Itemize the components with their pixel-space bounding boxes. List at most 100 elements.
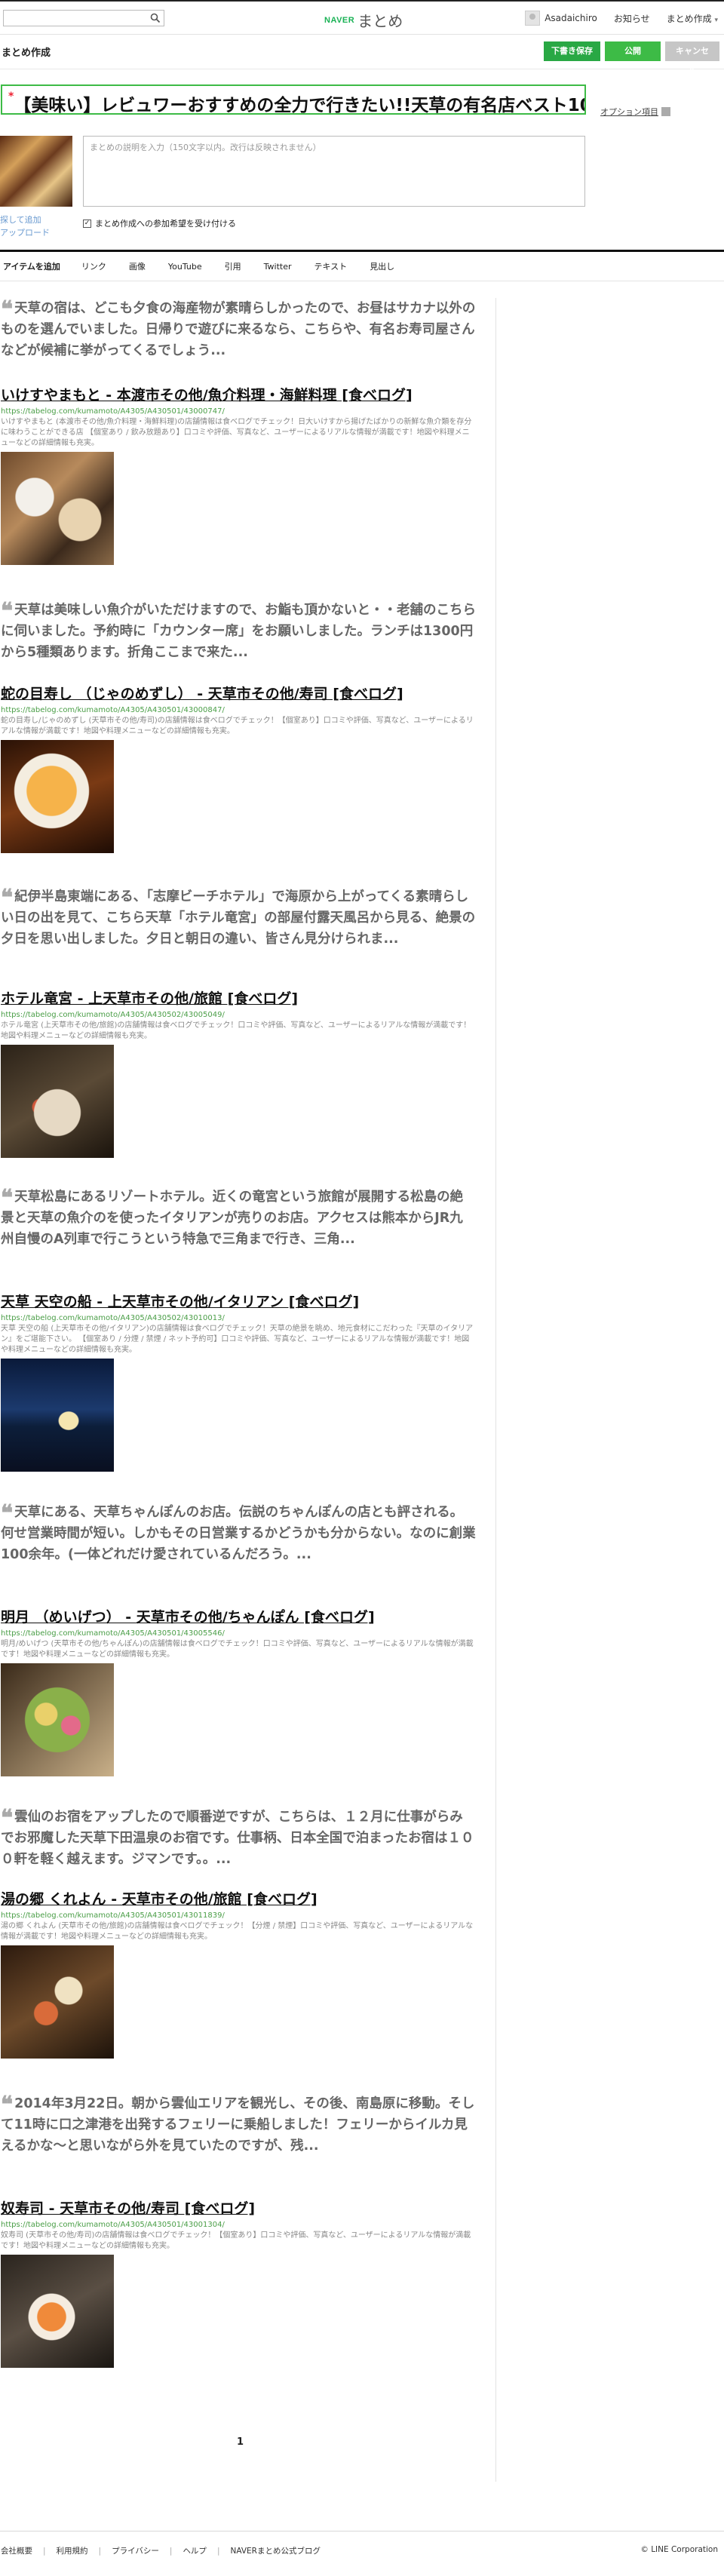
- quote-item[interactable]: ❝ 天草にある、天草ちゃんぽんのお店。伝説のちゃんぽんの店とも評される。何せ営業時…: [1, 1502, 476, 1565]
- link-item[interactable]: 明月 （めいげつ） - 天草市その他/ちゃんぽん [食べログ] https://…: [1, 1607, 483, 1776]
- link-description: 明月/めいげつ (天草市その他/ちゃんぽん)の店舗情報は食べログでチェック！口コ…: [1, 1640, 474, 1659]
- tool-image[interactable]: 画像: [129, 260, 146, 272]
- participation-label: まとめ作成への参加希望を受け付ける: [95, 219, 236, 229]
- link-image[interactable]: [1, 1663, 114, 1776]
- item-toolbar: アイテムを追加 リンク 画像 YouTube 引用 Twitter テキスト 見…: [0, 250, 724, 281]
- quote-item[interactable]: ❝ 天草松島にあるリゾートホテル。近くの竜宮という旅館が展開する松島の絶景と天草の…: [1, 1187, 476, 1250]
- quote-text: 天草は美味しい魚介がいただけますので、お鮨も頂かないと・・老舗のこちらに伺いまし…: [1, 603, 476, 660]
- cancel-button[interactable]: キャンセル: [665, 41, 719, 75]
- link-title[interactable]: 奴寿司 - 天草市その他/寿司 [食べログ]: [1, 2199, 483, 2218]
- pager-current[interactable]: 1: [237, 2436, 244, 2448]
- quote-item[interactable]: ❝ 雲仙のお宿をアップしたので順番逆ですが、こちらは、１２月に仕事がらみでお邪魔し…: [1, 1807, 476, 1870]
- link-url[interactable]: https://tabelog.com/kumamoto/A4305/A4305…: [1, 407, 483, 416]
- participation-checkbox-row[interactable]: ✓ まとめ作成への参加希望を受け付ける: [83, 217, 236, 229]
- avatar: [525, 11, 541, 26]
- link-title[interactable]: 蛇の目寿し （じゃのめずし） - 天草市その他/寿司 [食べログ]: [1, 684, 483, 704]
- link-url[interactable]: https://tabelog.com/kumamoto/A4305/A4305…: [1, 1010, 483, 1020]
- link-url[interactable]: https://tabelog.com/kumamoto/A4305/A4305…: [1, 2220, 483, 2230]
- create-label: まとめ作成: [666, 13, 712, 24]
- quote-mark-icon: ❝: [1, 1500, 14, 1527]
- quote-text: 2014年3月22日。朝から雲仙エリアを観光し、その後、南島原に移動。そして11…: [1, 2096, 475, 2154]
- copyright: © LINE Corporation: [640, 2545, 718, 2554]
- footer-separator: |: [98, 2546, 102, 2556]
- quote-text: 天草にある、天草ちゃんぽんのお店。伝説のちゃんぽんの店とも評される。何せ営業時間…: [1, 1505, 476, 1562]
- link-url[interactable]: https://tabelog.com/kumamoto/A4305/A4305…: [1, 1313, 483, 1323]
- site-logo[interactable]: NAVER まとめ: [324, 9, 403, 31]
- participation-checkbox[interactable]: ✓: [83, 219, 91, 228]
- logo-naver: NAVER: [324, 15, 355, 25]
- link-title[interactable]: 明月 （めいげつ） - 天草市その他/ちゃんぽん [食べログ]: [1, 1607, 483, 1627]
- global-nav: NAVER まとめ Asadaichiro お知らせ まとめ作成 ▾: [0, 2, 724, 35]
- link-description: 蛇の目寿し/じゃのめずし (天草市その他/寿司)の店舗情報は食べログでチェック！…: [1, 717, 474, 735]
- quote-mark-icon: ❝: [1, 296, 14, 323]
- quote-text: 雲仙のお宿をアップしたので順番逆ですが、こちらは、１２月に仕事がらみでお邪魔した…: [1, 1810, 474, 1867]
- link-url[interactable]: https://tabelog.com/kumamoto/A4305/A4305…: [1, 1629, 483, 1638]
- footer-link-help[interactable]: ヘルプ: [183, 2545, 207, 2556]
- link-description: 湯の郷 くれよん (天草市その他/旅館)の店舗情報は食べログでチェック！【分煙 …: [1, 1922, 474, 1941]
- quote-item[interactable]: ❝ 天草の宿は、どこも夕食の海産物が素晴らしかったので、お昼はサカナ以外のものを選…: [1, 298, 476, 361]
- page-title: まとめ作成: [2, 48, 51, 59]
- thumb-search-link[interactable]: 探して追加: [0, 213, 50, 226]
- tool-text[interactable]: テキスト: [314, 260, 348, 272]
- item-list: ❝ 天草の宿は、どこも夕食の海産物が素晴らしかったので、お昼はサカナ以外のものを選…: [0, 298, 496, 2482]
- create-menu[interactable]: まとめ作成 ▾: [667, 12, 718, 25]
- quote-item[interactable]: ❝ 2014年3月22日。朝から雲仙エリアを観光し、その後、南島原に移動。そして1…: [1, 2093, 476, 2157]
- link-image[interactable]: [1, 1045, 114, 1158]
- link-title[interactable]: ホテル竜宮 - 上天草市その他/旅館 [食べログ]: [1, 989, 483, 1009]
- link-item[interactable]: 奴寿司 - 天草市その他/寿司 [食べログ] https://tabelog.c…: [1, 2199, 483, 2368]
- footer-link-blog[interactable]: NAVERまとめ公式ブログ: [230, 2545, 320, 2556]
- link-image[interactable]: [1, 452, 114, 565]
- search-icon[interactable]: [149, 12, 161, 24]
- link-item[interactable]: ホテル竜宮 - 上天草市その他/旅館 [食べログ] https://tabelo…: [1, 989, 483, 1158]
- editor-bar: まとめ作成 下書き保存 公開 キャンセル: [0, 35, 724, 75]
- title-value: 【美味い】レビュワーおすすめの全力で行きたい!!天草の有名店ベスト10!: [14, 96, 586, 115]
- option-link[interactable]: オプション項目: [600, 106, 670, 118]
- tool-quote[interactable]: 引用: [225, 260, 241, 272]
- quote-text: 天草松島にあるリゾートホテル。近くの竜宮という旅館が展開する松島の絶景と天草の魚…: [1, 1190, 464, 1247]
- quote-mark-icon: ❝: [1, 1185, 14, 1211]
- link-item[interactable]: いけすやまもと - 本渡市その他/魚介料理・海鮮料理 [食べログ] https:…: [1, 385, 483, 565]
- footer-link-terms[interactable]: 利用規約: [57, 2545, 88, 2556]
- link-title[interactable]: 湯の郷 くれよん - 天草市その他/旅館 [食べログ]: [1, 1890, 483, 1909]
- link-item[interactable]: 湯の郷 くれよん - 天草市その他/旅館 [食べログ] https://tabe…: [1, 1890, 483, 2059]
- quote-text: 紀伊半島東端にある、「志摩ビーチホテル」で海原から上がってくる素晴らしい日の出を…: [1, 889, 476, 947]
- link-image[interactable]: [1, 1359, 114, 1472]
- link-image[interactable]: [1, 740, 114, 853]
- tool-link[interactable]: リンク: [81, 260, 106, 272]
- quote-mark-icon: ❝: [1, 2092, 14, 2118]
- link-item[interactable]: 天草 天空の船 - 上天草市その他/イタリアン [食べログ] https://t…: [1, 1292, 483, 1472]
- footer-separator: |: [169, 2546, 173, 2556]
- tool-youtube[interactable]: YouTube: [168, 262, 202, 272]
- link-url[interactable]: https://tabelog.com/kumamoto/A4305/A4305…: [1, 1911, 483, 1920]
- quote-mark-icon: ❝: [1, 885, 14, 911]
- quote-text: 天草の宿は、どこも夕食の海産物が素晴らしかったので、お昼はサカナ以外のものを選ん…: [1, 301, 476, 358]
- quote-mark-icon: ❝: [1, 598, 14, 625]
- logo-matome: まとめ: [357, 12, 403, 30]
- title-input[interactable]: *【美味い】レビュワーおすすめの全力で行きたい!!天草の有名店ベスト10!: [1, 84, 586, 115]
- tool-twitter[interactable]: Twitter: [264, 262, 292, 272]
- footer-link-company[interactable]: 会社概要: [1, 2545, 32, 2556]
- description-textarea[interactable]: まとめの説明を入力（150文字以内。改行は反映されません）: [83, 136, 585, 207]
- link-url[interactable]: https://tabelog.com/kumamoto/A4305/A4305…: [1, 705, 483, 715]
- link-image[interactable]: [1, 1945, 114, 2059]
- publish-button[interactable]: 公開: [605, 41, 661, 61]
- link-description: 天草 天空の船 (上天草市その他/イタリアン)の店舗情報は食べログでチェック！天…: [1, 1325, 474, 1354]
- tool-heading[interactable]: 見出し: [370, 260, 394, 272]
- user-menu[interactable]: Asadaichiro: [525, 11, 597, 26]
- link-title[interactable]: いけすやまもと - 本渡市その他/魚介料理・海鮮料理 [食べログ]: [1, 385, 483, 405]
- quote-item[interactable]: ❝ 紀伊半島東端にある、「志摩ビーチホテル」で海原から上がってくる素晴らしい日の出…: [1, 886, 476, 950]
- description-placeholder: まとめの説明を入力（150文字以内。改行は反映されません）: [90, 143, 321, 152]
- chevron-down-icon: ▾: [714, 16, 718, 24]
- footer-link-privacy[interactable]: プライバシー: [112, 2545, 159, 2556]
- thumbnail-image[interactable]: [0, 136, 72, 207]
- link-description: いけすやまもと (本渡市その他/魚介料理・海鮮料理)の店舗情報は食べログでチェッ…: [1, 418, 472, 447]
- quote-item[interactable]: ❝ 天草は美味しい魚介がいただけますので、お鮨も頂かないと・・老舗のこちらに伺いま…: [1, 600, 476, 663]
- link-item[interactable]: 蛇の目寿し （じゃのめずし） - 天草市その他/寿司 [食べログ] https:…: [1, 684, 483, 853]
- footer-separator: |: [216, 2546, 220, 2556]
- save-draft-button[interactable]: 下書き保存: [544, 41, 600, 61]
- link-title[interactable]: 天草 天空の船 - 上天草市その他/イタリアン [食べログ]: [1, 1292, 483, 1312]
- thumb-upload-link[interactable]: アップロード: [0, 226, 50, 239]
- link-image[interactable]: [1, 2255, 114, 2368]
- search-input[interactable]: [3, 10, 164, 26]
- notification-link[interactable]: お知らせ: [614, 12, 650, 25]
